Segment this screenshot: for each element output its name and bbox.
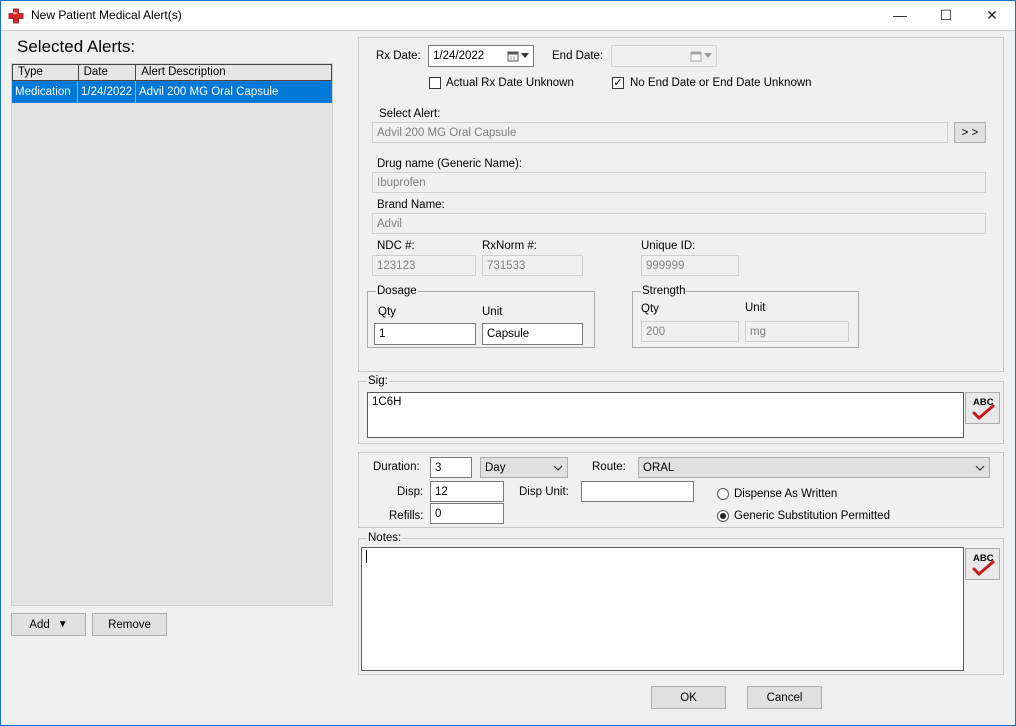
duration-label: Duration: xyxy=(373,461,420,473)
medical-cross-icon xyxy=(8,8,24,24)
alert-row-type: Medication xyxy=(12,81,78,103)
alert-row-date: 1/24/2022 xyxy=(78,81,136,103)
drug-name-field: Ibuprofen xyxy=(372,172,986,193)
dosage-unit-input[interactable]: Capsule xyxy=(482,323,583,345)
add-button[interactable]: Add ▼ xyxy=(11,613,86,636)
disp-unit-label: Disp Unit: xyxy=(519,486,569,498)
spellcheck-icon: ABC xyxy=(972,553,995,577)
select-alert-label: Select Alert: xyxy=(379,108,441,120)
calendar-icon[interactable] xyxy=(507,50,529,62)
sig-textarea[interactable]: 1C6H xyxy=(367,392,964,438)
minimize-icon: — xyxy=(893,7,907,23)
close-icon: ✕ xyxy=(986,6,998,23)
refills-label: Refills: xyxy=(389,510,424,522)
column-header-description[interactable]: Alert Description xyxy=(136,65,331,80)
notes-textarea[interactable] xyxy=(361,547,964,671)
dosage-title: Dosage xyxy=(376,285,418,297)
rx-date-picker[interactable]: 1/24/2022 xyxy=(428,45,534,67)
add-button-label: Add xyxy=(29,618,50,631)
route-value: ORAL xyxy=(643,461,675,474)
window-title: New Patient Medical Alert(s) xyxy=(31,8,182,22)
sig-label: Sig: xyxy=(367,375,389,387)
unique-id-field: 999999 xyxy=(641,255,739,276)
brand-name-field: Advil xyxy=(372,213,986,234)
spellcheck-icon: ABC xyxy=(972,397,995,421)
disp-input[interactable]: 12 xyxy=(430,481,504,502)
rxnorm-label: RxNorm #: xyxy=(482,240,537,252)
generic-substitution-radio[interactable] xyxy=(717,510,729,522)
unique-id-label: Unique ID: xyxy=(641,240,696,252)
alert-row-description: Advil 200 MG Oral Capsule xyxy=(139,86,279,98)
browse-alert-button[interactable]: > > xyxy=(954,122,986,143)
dispense-as-written-label: Dispense As Written xyxy=(734,488,838,500)
chevron-down-icon xyxy=(553,465,563,471)
actual-rx-date-unknown-checkbox[interactable] xyxy=(429,77,441,89)
select-alert-field: Advil 200 MG Oral Capsule xyxy=(372,122,948,143)
text-cursor xyxy=(366,550,367,563)
ndc-label: NDC #: xyxy=(377,240,415,252)
disp-unit-input[interactable] xyxy=(581,481,694,502)
strength-unit-field: mg xyxy=(745,321,849,342)
strength-qty-label: Qty xyxy=(641,303,659,315)
disp-label: Disp: xyxy=(397,486,424,498)
chevron-down-icon xyxy=(975,465,985,471)
generic-substitution-label: Generic Substitution Permitted xyxy=(734,510,890,522)
dosage-qty-label: Qty xyxy=(378,306,396,318)
title-bar: New Patient Medical Alert(s) — ☐ ✕ xyxy=(0,0,1016,31)
route-label: Route: xyxy=(592,461,626,473)
maximize-button[interactable]: ☐ xyxy=(923,0,969,30)
rx-date-label: Rx Date: xyxy=(376,50,421,62)
drug-name-label: Drug name (Generic Name): xyxy=(377,158,523,170)
alerts-list[interactable]: Type Date Alert Description Medication 1… xyxy=(11,63,333,606)
no-end-date-checkbox[interactable]: ✓ xyxy=(612,77,624,89)
end-date-picker[interactable] xyxy=(611,45,717,67)
column-header-date[interactable]: Date xyxy=(79,65,137,80)
dropdown-arrow-icon: ▼ xyxy=(57,619,68,630)
rxnorm-field: 731533 xyxy=(482,255,583,276)
ok-button[interactable]: OK xyxy=(651,686,726,709)
cancel-button[interactable]: Cancel xyxy=(747,686,822,709)
duration-input[interactable]: 3 xyxy=(430,457,472,478)
duration-unit-value: Day xyxy=(485,461,506,474)
ndc-field: 123123 xyxy=(372,255,476,276)
alerts-list-header: Type Date Alert Description xyxy=(12,64,332,81)
alert-row[interactable]: Medication 1/24/2022 Advil 200 MG Oral C… xyxy=(12,81,332,103)
brand-name-label: Brand Name: xyxy=(377,199,445,211)
route-select[interactable]: ORAL xyxy=(638,457,990,478)
dispense-as-written-radio[interactable] xyxy=(717,488,729,500)
minimize-button[interactable]: — xyxy=(877,0,923,30)
dosage-qty-input[interactable]: 1 xyxy=(374,323,476,345)
calendar-icon xyxy=(690,50,712,62)
strength-qty-field: 200 xyxy=(641,321,739,342)
maximize-icon: ☐ xyxy=(939,6,953,23)
column-header-type[interactable]: Type xyxy=(13,65,79,80)
refills-input[interactable]: 0 xyxy=(430,503,504,524)
duration-unit-select[interactable]: Day xyxy=(480,457,568,478)
rx-date-value: 1/24/2022 xyxy=(433,50,485,62)
selected-alerts-heading: Selected Alerts: xyxy=(17,37,136,56)
notes-label: Notes: xyxy=(367,532,403,544)
actual-rx-date-unknown-label: Actual Rx Date Unknown xyxy=(446,77,574,89)
close-button[interactable]: ✕ xyxy=(969,0,1015,30)
no-end-date-label: No End Date or End Date Unknown xyxy=(630,77,812,89)
strength-unit-label: Unit xyxy=(745,302,766,314)
end-date-label: End Date: xyxy=(552,50,604,62)
strength-title: Strength xyxy=(641,285,687,297)
spellcheck-sig-button[interactable]: ABC xyxy=(965,392,1000,424)
remove-button[interactable]: Remove xyxy=(92,613,167,636)
spellcheck-notes-button[interactable]: ABC xyxy=(965,548,1000,580)
dosage-unit-label: Unit xyxy=(482,306,503,318)
